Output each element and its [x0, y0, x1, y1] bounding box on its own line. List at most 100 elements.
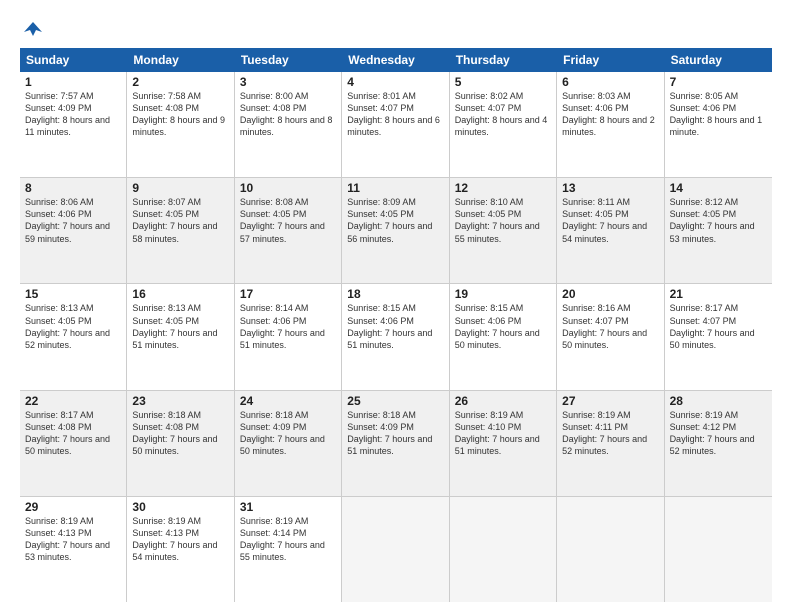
calendar-cell: 4Sunrise: 8:01 AMSunset: 4:07 PMDaylight… — [342, 72, 449, 177]
day-info: Sunrise: 8:18 AMSunset: 4:08 PMDaylight:… — [132, 409, 228, 458]
day-info: Sunrise: 8:19 AMSunset: 4:13 PMDaylight:… — [132, 515, 228, 564]
header-day-friday: Friday — [557, 48, 664, 72]
day-info: Sunrise: 8:19 AMSunset: 4:10 PMDaylight:… — [455, 409, 551, 458]
calendar-cell: 11Sunrise: 8:09 AMSunset: 4:05 PMDayligh… — [342, 178, 449, 283]
calendar-cell: 7Sunrise: 8:05 AMSunset: 4:06 PMDaylight… — [665, 72, 772, 177]
day-info: Sunrise: 8:09 AMSunset: 4:05 PMDaylight:… — [347, 196, 443, 245]
calendar-cell — [665, 497, 772, 602]
logo-bird-icon — [22, 18, 44, 40]
day-info: Sunrise: 8:08 AMSunset: 4:05 PMDaylight:… — [240, 196, 336, 245]
day-number: 13 — [562, 181, 658, 195]
day-info: Sunrise: 8:13 AMSunset: 4:05 PMDaylight:… — [25, 302, 121, 351]
calendar-week-2: 8Sunrise: 8:06 AMSunset: 4:06 PMDaylight… — [20, 178, 772, 284]
calendar-cell: 6Sunrise: 8:03 AMSunset: 4:06 PMDaylight… — [557, 72, 664, 177]
calendar-cell: 14Sunrise: 8:12 AMSunset: 4:05 PMDayligh… — [665, 178, 772, 283]
calendar-week-3: 15Sunrise: 8:13 AMSunset: 4:05 PMDayligh… — [20, 284, 772, 390]
calendar-cell: 19Sunrise: 8:15 AMSunset: 4:06 PMDayligh… — [450, 284, 557, 389]
calendar-cell: 1Sunrise: 7:57 AMSunset: 4:09 PMDaylight… — [20, 72, 127, 177]
calendar-cell: 21Sunrise: 8:17 AMSunset: 4:07 PMDayligh… — [665, 284, 772, 389]
calendar-cell: 30Sunrise: 8:19 AMSunset: 4:13 PMDayligh… — [127, 497, 234, 602]
day-number: 17 — [240, 287, 336, 301]
day-info: Sunrise: 8:06 AMSunset: 4:06 PMDaylight:… — [25, 196, 121, 245]
calendar-cell: 28Sunrise: 8:19 AMSunset: 4:12 PMDayligh… — [665, 391, 772, 496]
day-info: Sunrise: 8:15 AMSunset: 4:06 PMDaylight:… — [455, 302, 551, 351]
calendar-cell: 23Sunrise: 8:18 AMSunset: 4:08 PMDayligh… — [127, 391, 234, 496]
header-day-sunday: Sunday — [20, 48, 127, 72]
header-day-tuesday: Tuesday — [235, 48, 342, 72]
day-info: Sunrise: 8:03 AMSunset: 4:06 PMDaylight:… — [562, 90, 658, 139]
day-info: Sunrise: 8:11 AMSunset: 4:05 PMDaylight:… — [562, 196, 658, 245]
header-day-wednesday: Wednesday — [342, 48, 449, 72]
day-number: 27 — [562, 394, 658, 408]
day-number: 26 — [455, 394, 551, 408]
day-info: Sunrise: 8:15 AMSunset: 4:06 PMDaylight:… — [347, 302, 443, 351]
day-info: Sunrise: 8:17 AMSunset: 4:07 PMDaylight:… — [670, 302, 767, 351]
calendar-week-4: 22Sunrise: 8:17 AMSunset: 4:08 PMDayligh… — [20, 391, 772, 497]
day-number: 5 — [455, 75, 551, 89]
day-number: 25 — [347, 394, 443, 408]
day-info: Sunrise: 8:18 AMSunset: 4:09 PMDaylight:… — [240, 409, 336, 458]
day-number: 18 — [347, 287, 443, 301]
day-number: 10 — [240, 181, 336, 195]
day-info: Sunrise: 8:19 AMSunset: 4:14 PMDaylight:… — [240, 515, 336, 564]
day-number: 3 — [240, 75, 336, 89]
calendar-cell: 12Sunrise: 8:10 AMSunset: 4:05 PMDayligh… — [450, 178, 557, 283]
day-info: Sunrise: 8:12 AMSunset: 4:05 PMDaylight:… — [670, 196, 767, 245]
calendar-cell: 22Sunrise: 8:17 AMSunset: 4:08 PMDayligh… — [20, 391, 127, 496]
day-info: Sunrise: 8:02 AMSunset: 4:07 PMDaylight:… — [455, 90, 551, 139]
day-number: 28 — [670, 394, 767, 408]
day-number: 12 — [455, 181, 551, 195]
day-number: 11 — [347, 181, 443, 195]
calendar-cell: 8Sunrise: 8:06 AMSunset: 4:06 PMDaylight… — [20, 178, 127, 283]
day-number: 16 — [132, 287, 228, 301]
calendar-cell: 24Sunrise: 8:18 AMSunset: 4:09 PMDayligh… — [235, 391, 342, 496]
day-info: Sunrise: 8:17 AMSunset: 4:08 PMDaylight:… — [25, 409, 121, 458]
header-day-monday: Monday — [127, 48, 234, 72]
day-info: Sunrise: 8:10 AMSunset: 4:05 PMDaylight:… — [455, 196, 551, 245]
day-info: Sunrise: 8:16 AMSunset: 4:07 PMDaylight:… — [562, 302, 658, 351]
day-number: 31 — [240, 500, 336, 514]
day-number: 4 — [347, 75, 443, 89]
calendar-cell: 31Sunrise: 8:19 AMSunset: 4:14 PMDayligh… — [235, 497, 342, 602]
day-info: Sunrise: 8:18 AMSunset: 4:09 PMDaylight:… — [347, 409, 443, 458]
calendar-cell: 29Sunrise: 8:19 AMSunset: 4:13 PMDayligh… — [20, 497, 127, 602]
day-info: Sunrise: 8:07 AMSunset: 4:05 PMDaylight:… — [132, 196, 228, 245]
day-number: 20 — [562, 287, 658, 301]
header-day-saturday: Saturday — [665, 48, 772, 72]
header — [20, 18, 772, 40]
calendar-cell: 25Sunrise: 8:18 AMSunset: 4:09 PMDayligh… — [342, 391, 449, 496]
day-number: 14 — [670, 181, 767, 195]
calendar-cell: 10Sunrise: 8:08 AMSunset: 4:05 PMDayligh… — [235, 178, 342, 283]
day-number: 2 — [132, 75, 228, 89]
day-info: Sunrise: 8:13 AMSunset: 4:05 PMDaylight:… — [132, 302, 228, 351]
day-number: 1 — [25, 75, 121, 89]
calendar-cell: 9Sunrise: 8:07 AMSunset: 4:05 PMDaylight… — [127, 178, 234, 283]
day-number: 9 — [132, 181, 228, 195]
day-info: Sunrise: 8:01 AMSunset: 4:07 PMDaylight:… — [347, 90, 443, 139]
day-info: Sunrise: 8:14 AMSunset: 4:06 PMDaylight:… — [240, 302, 336, 351]
calendar-cell: 26Sunrise: 8:19 AMSunset: 4:10 PMDayligh… — [450, 391, 557, 496]
calendar-week-5: 29Sunrise: 8:19 AMSunset: 4:13 PMDayligh… — [20, 497, 772, 602]
day-info: Sunrise: 7:57 AMSunset: 4:09 PMDaylight:… — [25, 90, 121, 139]
day-info: Sunrise: 8:19 AMSunset: 4:13 PMDaylight:… — [25, 515, 121, 564]
calendar-cell — [450, 497, 557, 602]
day-info: Sunrise: 8:05 AMSunset: 4:06 PMDaylight:… — [670, 90, 767, 139]
day-number: 15 — [25, 287, 121, 301]
calendar-cell: 3Sunrise: 8:00 AMSunset: 4:08 PMDaylight… — [235, 72, 342, 177]
calendar-cell: 18Sunrise: 8:15 AMSunset: 4:06 PMDayligh… — [342, 284, 449, 389]
calendar-cell: 2Sunrise: 7:58 AMSunset: 4:08 PMDaylight… — [127, 72, 234, 177]
calendar-cell: 27Sunrise: 8:19 AMSunset: 4:11 PMDayligh… — [557, 391, 664, 496]
day-number: 19 — [455, 287, 551, 301]
day-info: Sunrise: 8:00 AMSunset: 4:08 PMDaylight:… — [240, 90, 336, 139]
calendar-cell: 20Sunrise: 8:16 AMSunset: 4:07 PMDayligh… — [557, 284, 664, 389]
logo — [20, 18, 44, 40]
day-info: Sunrise: 7:58 AMSunset: 4:08 PMDaylight:… — [132, 90, 228, 139]
calendar-week-1: 1Sunrise: 7:57 AMSunset: 4:09 PMDaylight… — [20, 72, 772, 178]
day-number: 6 — [562, 75, 658, 89]
day-info: Sunrise: 8:19 AMSunset: 4:12 PMDaylight:… — [670, 409, 767, 458]
calendar-cell — [557, 497, 664, 602]
calendar-cell: 5Sunrise: 8:02 AMSunset: 4:07 PMDaylight… — [450, 72, 557, 177]
calendar-cell: 16Sunrise: 8:13 AMSunset: 4:05 PMDayligh… — [127, 284, 234, 389]
day-info: Sunrise: 8:19 AMSunset: 4:11 PMDaylight:… — [562, 409, 658, 458]
calendar-header: SundayMondayTuesdayWednesdayThursdayFrid… — [20, 48, 772, 72]
